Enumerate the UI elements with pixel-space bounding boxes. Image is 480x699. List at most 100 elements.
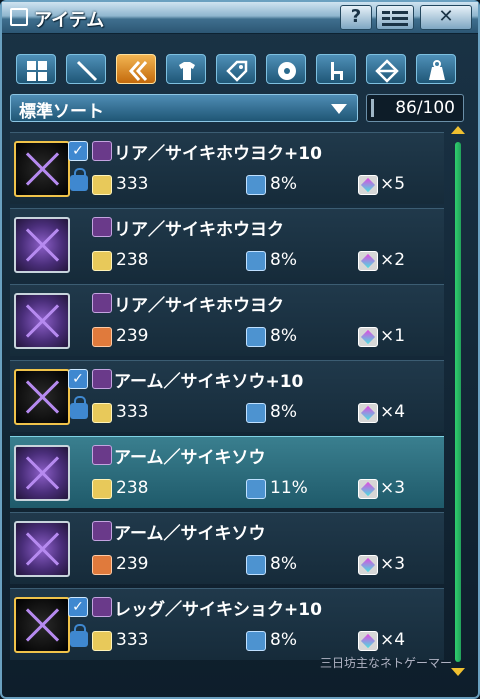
scrollbar-thumb[interactable] [455,142,461,662]
scroll-up-arrow-icon[interactable] [451,126,465,134]
unit-art-icon [24,379,60,415]
tag-icon [226,60,248,82]
slot-icon [358,479,378,499]
unit-type-icon [92,521,112,541]
tab-disc[interactable] [266,54,306,84]
potential-icon [246,555,266,575]
unit-art-icon [24,227,60,263]
list-item[interactable]: リア／サイキホウヨク 239 8% ×1 [10,284,444,356]
tab-bag[interactable] [416,54,456,84]
tab-shirt[interactable] [166,54,206,84]
unit-art-icon [24,531,60,567]
item-slots: ×3 [380,478,406,498]
title-bar[interactable]: アイテム ? ✕ [2,2,478,34]
item-name: リア／サイキホウヨク [114,220,284,240]
disc-icon [278,62,296,80]
item-slots: ×1 [380,326,406,346]
shirt-icon [179,62,195,80]
window-icon [10,8,28,26]
requirement-icon [92,327,112,347]
tab-sword[interactable] [66,54,106,84]
equipped-check-icon: ✓ [68,141,88,161]
item-thumbnail [14,217,70,273]
sort-label: 標準ソート [19,102,104,122]
list-item[interactable]: リア／サイキホウヨク 238 8% ×2 [10,208,444,280]
unit-type-icon [92,293,112,313]
unit-icon [128,61,148,81]
item-requirement: 333 [116,630,149,650]
slot-icon [358,403,378,423]
list-item[interactable]: ✓ レッグ／サイキショク+10 333 8% ×4 [10,588,444,660]
item-list: ✓ リア／サイキホウヨク+10 333 8% ×5 リア／サイキホウヨク 238 8% ×2 リア… [10,132,444,672]
slot-icon [358,327,378,347]
item-requirement: 238 [116,250,149,270]
close-button[interactable]: ✕ [420,5,472,30]
list-item[interactable]: ✓ アーム／サイキソウ+10 333 8% ×4 [10,360,444,432]
item-name: リア／サイキホウヨク [114,296,284,316]
item-name: アーム／サイキソウ [114,448,266,468]
tab-chair[interactable] [316,54,356,84]
item-thumbnail [14,521,70,577]
item-slots: ×4 [380,402,406,422]
chevron-down-icon [331,104,347,114]
item-name: アーム／サイキソウ [114,524,266,544]
settings-button[interactable] [376,5,414,30]
requirement-icon [92,403,112,423]
tab-tag[interactable] [216,54,256,84]
item-stat: 8% [270,326,297,346]
item-requirement: 239 [116,554,149,574]
unit-type-icon [92,369,112,389]
requirement-icon [92,479,112,499]
item-name: アーム／サイキソウ+10 [114,372,304,392]
list-item[interactable]: アーム／サイキソウ 239 8% ×3 [10,512,444,584]
lock-icon [70,624,88,647]
item-stat: 8% [270,174,297,194]
potential-icon [246,479,266,499]
unit-type-icon [92,597,112,617]
unit-art-icon [24,303,60,339]
item-thumbnail [14,369,70,425]
lock-icon [70,168,88,191]
slot-icon [358,631,378,651]
tab-diamond-arrow[interactable] [366,54,406,84]
unit-art-icon [24,151,60,187]
list-item[interactable]: アーム／サイキソウ 238 11% ×3 [10,436,444,508]
item-thumbnail [14,141,70,197]
unit-type-icon [92,217,112,237]
item-name: リア／サイキホウヨク+10 [114,144,322,164]
sort-dropdown[interactable]: 標準ソート [10,94,358,122]
help-button[interactable]: ? [340,5,372,30]
diamond-arrow-icon [375,59,399,83]
item-stat: 8% [270,402,297,422]
item-slots: ×3 [380,554,406,574]
window-title: アイテム [34,10,105,31]
potential-icon [246,631,266,651]
chair-icon [331,62,343,80]
list-item[interactable]: ✓ リア／サイキホウヨク+10 333 8% ×5 [10,132,444,204]
item-window: アイテム ? ✕ 標準ソート 86/100 ✓ リア／サイキホウヨク+10 333 8… [0,0,480,699]
tab-unit[interactable] [116,54,156,84]
item-thumbnail [14,597,70,653]
unit-art-icon [24,607,60,643]
requirement-icon [92,555,112,575]
scroll-down-arrow-icon[interactable] [451,668,465,676]
unit-type-icon [92,141,112,161]
item-count-text: 86/100 [395,98,455,118]
tab-grid[interactable] [16,54,56,84]
potential-icon [246,175,266,195]
grid-icon [27,61,47,81]
bag-icon [429,60,445,80]
potential-icon [246,327,266,347]
settings-icon [382,11,408,26]
item-count: 86/100 [366,94,464,122]
potential-icon [246,251,266,271]
requirement-icon [92,251,112,271]
slot-icon [358,555,378,575]
count-decoration [371,99,377,117]
watermark: 三日坊主なネトゲーマー [320,656,453,670]
unit-art-icon [24,455,60,491]
item-slots: ×5 [380,174,406,194]
slot-icon [358,251,378,271]
lock-icon [70,396,88,419]
item-stat: 8% [270,554,297,574]
